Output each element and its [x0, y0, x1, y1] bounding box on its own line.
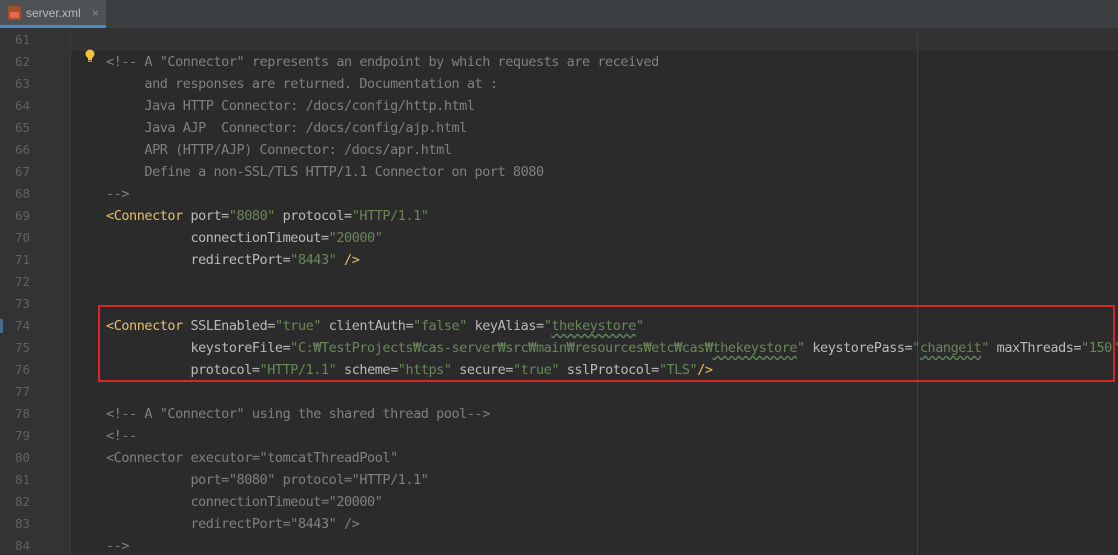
code-line[interactable]: 62 <!-- A "Connector" represents an endpo…	[0, 51, 1118, 73]
line-number: 81	[14, 472, 30, 487]
code-token: and responses are returned. Documentatio…	[106, 76, 498, 92]
code-token: <!--	[106, 428, 137, 444]
code-token: port=	[190, 208, 229, 224]
code-text: <Connector executor="tomcatThreadPool"	[106, 447, 398, 469]
line-number: 63	[14, 76, 30, 91]
line-number: 69	[14, 208, 30, 223]
code-text: Java HTTP Connector: /docs/config/http.h…	[106, 95, 475, 117]
code-token: Java AJP Connector: /docs/config/ajp.htm…	[106, 120, 467, 136]
code-token: "8080"	[228, 208, 283, 224]
code-text: and responses are returned. Documentatio…	[106, 73, 498, 95]
code-line[interactable]: 83 redirectPort="8443" />	[0, 513, 1118, 535]
code-token: -->	[106, 538, 130, 554]
line-number: 61	[14, 32, 30, 47]
code-line[interactable]: 72	[0, 271, 1118, 293]
line-number: 75	[14, 340, 30, 355]
code-token: redirectPort=	[106, 252, 291, 268]
code-text: redirectPort="8443" />	[106, 249, 359, 271]
code-text: APR (HTTP/AJP) Connector: /docs/apr.html	[106, 139, 452, 161]
annotation-highlight-box	[98, 305, 1115, 382]
code-text: -->	[106, 183, 129, 205]
code-line[interactable]: 71 redirectPort="8443" />	[0, 249, 1118, 271]
code-line[interactable]: 70 connectionTimeout="20000"	[0, 227, 1118, 249]
line-number: 78	[14, 406, 30, 421]
line-number: 71	[14, 252, 30, 267]
code-line[interactable]: 78 <!-- A "Connector" using the shared th…	[0, 403, 1118, 425]
line-number: 72	[14, 274, 30, 289]
code-text: port="8080" protocol="HTTP/1.1"	[106, 469, 428, 491]
line-number: 82	[14, 494, 30, 509]
code-line[interactable]: 82 connectionTimeout="20000"	[0, 491, 1118, 513]
line-number: 73	[14, 296, 30, 311]
code-text: <!-- A "Connector" represents an endpoin…	[106, 51, 659, 73]
lightbulb-icon[interactable]	[84, 49, 96, 63]
code-line[interactable]: 84 -->	[0, 535, 1118, 555]
code-token: port="8080" protocol="HTTP/1.1"	[106, 472, 429, 488]
code-line[interactable]: 69 <Connector port="8080" protocol="HTTP/…	[0, 205, 1118, 227]
line-number: 62	[14, 54, 30, 69]
code-text: <!-- A "Connector" using the shared thre…	[106, 403, 490, 425]
code-lines: 61 62 <!-- A "Connector" represents an end…	[0, 29, 1118, 555]
code-token: -->	[106, 186, 130, 202]
code-token: APR (HTTP/AJP) Connector: /docs/apr.html	[106, 142, 452, 158]
editor-tab-bar: server.xml ×	[0, 0, 1118, 29]
line-number: 70	[14, 230, 30, 245]
code-token: />	[344, 252, 360, 268]
code-text: connectionTimeout="20000"	[106, 227, 382, 249]
code-token: <!-- A "Connector" represents an endpoin…	[106, 54, 659, 70]
line-number: 77	[14, 384, 30, 399]
code-text: Java AJP Connector: /docs/config/ajp.htm…	[106, 117, 467, 139]
line-number: 83	[14, 516, 30, 531]
code-text: -->	[106, 535, 129, 555]
code-token: Define a non-SSL/TLS HTTP/1.1 Connector …	[106, 164, 544, 180]
code-line[interactable]: 81 port="8080" protocol="HTTP/1.1"	[0, 469, 1118, 491]
code-line[interactable]: 63 and responses are returned. Documenta…	[0, 73, 1118, 95]
line-number: 79	[14, 428, 30, 443]
code-token: <!-- A "Connector" using the shared thre…	[106, 406, 490, 422]
code-token: <Connector executor="tomcatThreadPool"	[106, 450, 398, 466]
code-token: "8443"	[290, 252, 345, 268]
code-token: connectionTimeout="20000"	[106, 494, 383, 510]
line-number: 74	[14, 318, 30, 333]
code-line[interactable]: 67 Define a non-SSL/TLS HTTP/1.1 Connect…	[0, 161, 1118, 183]
code-token: <	[106, 208, 114, 224]
code-token: "20000"	[328, 230, 383, 246]
code-text: <!--	[106, 425, 137, 447]
code-token: Java HTTP Connector: /docs/config/http.h…	[106, 98, 475, 114]
code-editor[interactable]: 61 62 <!-- A "Connector" represents an end…	[0, 29, 1118, 555]
tab-server-xml[interactable]: server.xml ×	[0, 0, 106, 28]
code-token: protocol=	[282, 208, 353, 224]
code-text: Define a non-SSL/TLS HTTP/1.1 Connector …	[106, 161, 544, 183]
code-line[interactable]: 61	[0, 29, 1118, 51]
line-number: 80	[14, 450, 30, 465]
line-number: 64	[14, 98, 30, 113]
code-token: connectionTimeout=	[106, 230, 329, 246]
line-number: 66	[14, 142, 30, 157]
code-text: redirectPort="8443" />	[106, 513, 359, 535]
code-line[interactable]: 64 Java HTTP Connector: /docs/config/htt…	[0, 95, 1118, 117]
line-number: 65	[14, 120, 30, 135]
code-token: Connector	[113, 208, 191, 224]
code-line[interactable]: 77	[0, 381, 1118, 403]
code-text: connectionTimeout="20000"	[106, 491, 382, 513]
close-icon[interactable]: ×	[92, 6, 99, 20]
code-line[interactable]: 80 <Connector executor="tomcatThreadPool"	[0, 447, 1118, 469]
line-number: 68	[14, 186, 30, 201]
code-line[interactable]: 68 -->	[0, 183, 1118, 205]
line-number: 84	[14, 538, 30, 553]
code-line[interactable]: 65 Java AJP Connector: /docs/config/ajp.…	[0, 117, 1118, 139]
code-token: redirectPort="8443" />	[106, 516, 360, 532]
code-text: <Connector port="8080" protocol="HTTP/1.…	[106, 205, 429, 227]
code-line[interactable]: 66 APR (HTTP/AJP) Connector: /docs/apr.h…	[0, 139, 1118, 161]
tab-title: server.xml	[26, 5, 81, 20]
line-number: 67	[14, 164, 30, 179]
code-line[interactable]: 79 <!--	[0, 425, 1118, 447]
code-token: "HTTP/1.1"	[351, 208, 429, 224]
xml-file-icon	[8, 5, 21, 20]
line-number: 76	[14, 362, 30, 377]
